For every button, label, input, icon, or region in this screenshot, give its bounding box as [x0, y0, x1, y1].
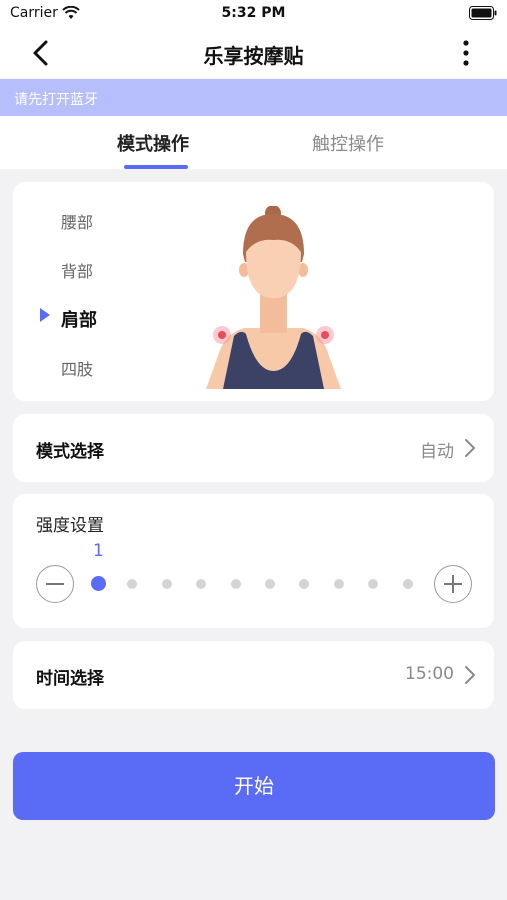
mode-select-label: 模式选择 — [36, 442, 104, 462]
intensity-dot[interactable] — [265, 579, 275, 589]
intensity-dot[interactable] — [127, 579, 138, 589]
minus-icon[interactable] — [36, 565, 74, 603]
body-part-limbs[interactable]: 四肢 — [61, 356, 93, 380]
chevron-right-icon — [465, 666, 475, 684]
nav-bar: 乐享按摩贴 — [0, 28, 507, 78]
mode-select-row[interactable]: 模式选择 自动 — [13, 414, 494, 482]
tab-mode-operation[interactable]: 模式操作 — [117, 130, 189, 156]
body-part-card: 腰部 背部 肩部 四肢 — [13, 182, 494, 401]
start-button[interactable]: 开始 — [13, 752, 495, 820]
intensity-dot[interactable] — [90, 576, 106, 591]
intensity-dot[interactable] — [196, 579, 207, 589]
tab-indicator — [124, 165, 188, 169]
more-vertical-icon[interactable] — [451, 38, 481, 68]
intensity-label: 强度设置 — [36, 516, 104, 536]
intensity-dot[interactable] — [368, 579, 379, 589]
page-title: 乐享按摩贴 — [203, 44, 304, 68]
mode-select-value: 自动 — [420, 442, 454, 462]
tab-bar: 模式操作 触控操作 — [0, 116, 507, 169]
triangle-marker-icon — [40, 308, 50, 322]
intensity-dot[interactable] — [333, 579, 344, 589]
time-select-label: 时间选择 — [36, 669, 104, 689]
intensity-dot[interactable] — [161, 579, 172, 589]
intensity-dot[interactable] — [299, 579, 310, 589]
body-part-shoulder[interactable]: 肩部 — [61, 306, 97, 332]
body-illustration — [206, 206, 341, 389]
battery-icon — [469, 6, 497, 20]
intensity-value: 1 — [93, 541, 104, 561]
bluetooth-warning-banner: 请先打开蓝牙 — [0, 79, 507, 116]
time-select-row[interactable]: 时间选择 15:00 — [13, 641, 494, 709]
tab-touch-operation[interactable]: 触控操作 — [312, 130, 384, 156]
clock: 5:32 PM — [221, 5, 286, 21]
chevron-right-icon — [465, 439, 475, 457]
body-part-back[interactable]: 背部 — [61, 258, 93, 282]
plus-icon[interactable] — [434, 565, 472, 603]
time-select-value: 15:00 — [405, 664, 454, 684]
body-part-waist[interactable]: 腰部 — [61, 209, 93, 233]
intensity-dot[interactable] — [230, 579, 241, 589]
status-bar: Carrier 5:32 PM — [0, 0, 507, 28]
intensity-card: 强度设置 1 — [13, 494, 494, 628]
intensity-dot[interactable] — [402, 579, 413, 589]
